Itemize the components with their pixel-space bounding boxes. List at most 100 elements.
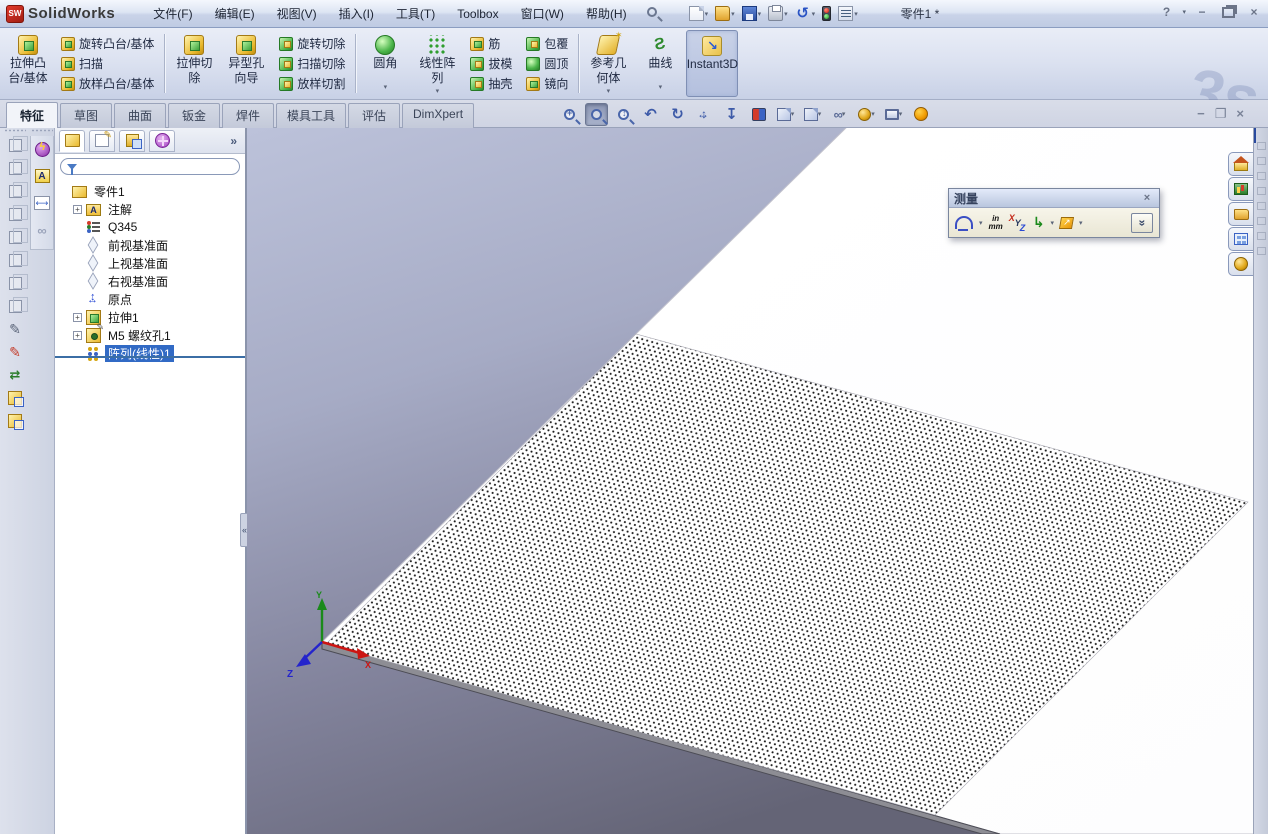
- convert-entities-button[interactable]: ⇄: [6, 366, 24, 384]
- tree-item-annotations[interactable]: A 注解: [59, 200, 245, 218]
- design-library-tab[interactable]: [1228, 177, 1253, 201]
- tab-features[interactable]: 特征: [6, 102, 58, 128]
- tab-sheet-metal[interactable]: 钣金: [168, 103, 220, 129]
- view-front-button[interactable]: [6, 135, 28, 154]
- tree-item-top-plane[interactable]: 上视基准面: [59, 253, 245, 272]
- menu-file[interactable]: 文件(F): [143, 1, 202, 26]
- swept-cut-button[interactable]: 扫描切除: [276, 54, 348, 73]
- view-top-button[interactable]: [6, 227, 28, 246]
- linear-pattern-dropdown-icon[interactable]: ▾: [436, 85, 440, 98]
- instant3d-button[interactable]: Instant3D: [686, 30, 739, 97]
- extruded-boss-base-button[interactable]: 拉伸凸 台/基体: [2, 30, 54, 97]
- panel-overflow-chevron-icon[interactable]: »: [230, 134, 241, 148]
- shell-button[interactable]: 抽壳: [467, 74, 515, 93]
- search-icon[interactable]: [646, 6, 663, 22]
- edit-appearance-button[interactable]: ▾: [855, 103, 878, 126]
- tree-item-right-plane[interactable]: 右视基准面: [59, 271, 245, 290]
- measure-dialog[interactable]: 测量 × ▾ in mm X Y Z ↳▾ ▾: [948, 188, 1160, 238]
- restore-button[interactable]: [1218, 3, 1238, 21]
- featuremanager-tree-tab[interactable]: [59, 129, 85, 152]
- lofted-boss-base-button[interactable]: 放样凸台/基体: [58, 74, 157, 93]
- configurationmanager-tab[interactable]: [119, 129, 145, 152]
- sketch-button[interactable]: ✎: [6, 320, 24, 338]
- mirror-button[interactable]: 镜向: [523, 74, 571, 93]
- menu-view[interactable]: 视图(V): [267, 1, 327, 26]
- extrude-cut-shortcut-button[interactable]: [6, 412, 24, 430]
- tab-sketch[interactable]: 草图: [60, 103, 112, 129]
- featuremanager-split-bar[interactable]: [55, 356, 245, 358]
- view-orientation-button[interactable]: ▾: [774, 103, 797, 126]
- draft-button[interactable]: 拔模: [467, 54, 515, 73]
- close-button[interactable]: ×: [1244, 3, 1264, 21]
- tab-dimxpert[interactable]: DimXpert: [402, 103, 475, 129]
- revolved-boss-base-button[interactable]: 旋转凸台/基体: [58, 34, 157, 53]
- undo-button[interactable]: ↺ ▾: [793, 5, 818, 23]
- solidworks-resources-tab[interactable]: [1228, 152, 1253, 176]
- lofted-cut-button[interactable]: 放样切割: [276, 74, 348, 93]
- tab-mold-tools[interactable]: 模具工具: [276, 103, 347, 129]
- dome-button[interactable]: 圆顶: [523, 54, 571, 73]
- view-back-button[interactable]: [6, 158, 28, 177]
- toolbar-grip[interactable]: [4, 129, 26, 132]
- projection-button[interactable]: [1058, 216, 1075, 229]
- help-dropdown-icon[interactable]: ▾: [1182, 8, 1186, 16]
- doc-restore-button[interactable]: ❐: [1215, 106, 1227, 122]
- zoom-to-area-button[interactable]: [585, 102, 608, 126]
- rebuild-button[interactable]: [820, 4, 833, 23]
- toolbar-grip[interactable]: [31, 129, 53, 132]
- doc-close-button[interactable]: ×: [1236, 106, 1244, 122]
- pan-button[interactable]: [693, 103, 716, 126]
- view-settings-button[interactable]: [909, 103, 932, 126]
- fillet-button[interactable]: 圆角 ▾: [359, 30, 411, 97]
- tree-item-origin[interactable]: 原点: [59, 290, 245, 308]
- xyz-measure-button[interactable]: X Y Z: [1009, 213, 1027, 233]
- save-button[interactable]: ▾: [740, 4, 764, 23]
- tree-filter-input[interactable]: [82, 160, 233, 173]
- tree-item-m5-tapped-hole1[interactable]: M5 螺纹孔1: [59, 322, 245, 344]
- section-view-button[interactable]: [747, 103, 770, 126]
- measure-title-bar[interactable]: 测量 ×: [949, 189, 1159, 208]
- note-button[interactable]: A: [33, 167, 51, 185]
- swept-boss-base-button[interactable]: 扫描: [58, 54, 157, 73]
- doc-minimize-button[interactable]: −: [1197, 106, 1205, 122]
- 3d-sketch-button[interactable]: ✎: [6, 343, 24, 361]
- view-palette-tab[interactable]: [1228, 227, 1253, 251]
- tree-item-front-plane[interactable]: 前视基准面: [59, 235, 245, 254]
- view-normal-to-button[interactable]: [6, 296, 28, 315]
- measure-expand-button[interactable]: [1131, 212, 1153, 233]
- new-document-button[interactable]: ▾: [687, 4, 711, 23]
- tab-evaluate[interactable]: 评估: [348, 103, 401, 129]
- hide-show-items-button[interactable]: ∞ ▾: [828, 103, 851, 126]
- expand-toggle-icon[interactable]: [73, 312, 82, 322]
- view-isometric-button[interactable]: [6, 273, 28, 292]
- measure-close-icon[interactable]: ×: [1140, 192, 1154, 204]
- tree-item-material[interactable]: Q345: [59, 218, 245, 236]
- extruded-cut-button[interactable]: 拉伸切 除: [168, 30, 220, 97]
- tab-surfaces[interactable]: 曲面: [114, 103, 166, 129]
- apply-scene-button[interactable]: ▾: [882, 103, 905, 126]
- appearances-tab[interactable]: [1228, 252, 1253, 276]
- minimize-button[interactable]: −: [1192, 3, 1212, 21]
- rotate-about-axis-button[interactable]: ↧: [720, 103, 743, 126]
- point-to-point-button[interactable]: ↳: [1033, 214, 1045, 231]
- previous-view-button[interactable]: ↶: [639, 103, 662, 126]
- revolved-cut-button[interactable]: 旋转切除: [276, 34, 348, 53]
- reference-geometry-dropdown-icon[interactable]: ▾: [607, 85, 611, 98]
- dimxpertmanager-tab[interactable]: [149, 129, 175, 152]
- units-button[interactable]: in mm: [989, 214, 1003, 231]
- help-button[interactable]: ?: [1156, 3, 1176, 21]
- zoom-in-out-button[interactable]: [612, 103, 635, 126]
- print-button[interactable]: ▾: [766, 4, 790, 23]
- zoom-to-fit-button[interactable]: [558, 103, 581, 126]
- reference-geometry-button[interactable]: 参考几 何体 ▾: [582, 30, 634, 97]
- view-right-button[interactable]: [6, 204, 28, 223]
- arc-measure-icon[interactable]: [955, 216, 973, 231]
- tab-weldments[interactable]: 焊件: [222, 103, 274, 129]
- curves-dropdown-icon[interactable]: ▾: [659, 81, 663, 94]
- fillet-dropdown-icon[interactable]: ▾: [384, 81, 388, 94]
- wrap-button[interactable]: 包覆: [523, 34, 571, 53]
- dimxpert-auto-button[interactable]: [33, 140, 51, 158]
- extrude-shortcut-button[interactable]: [6, 389, 24, 407]
- curves-button[interactable]: 曲线 ▾: [634, 30, 686, 97]
- options-button[interactable]: ▾: [836, 4, 860, 23]
